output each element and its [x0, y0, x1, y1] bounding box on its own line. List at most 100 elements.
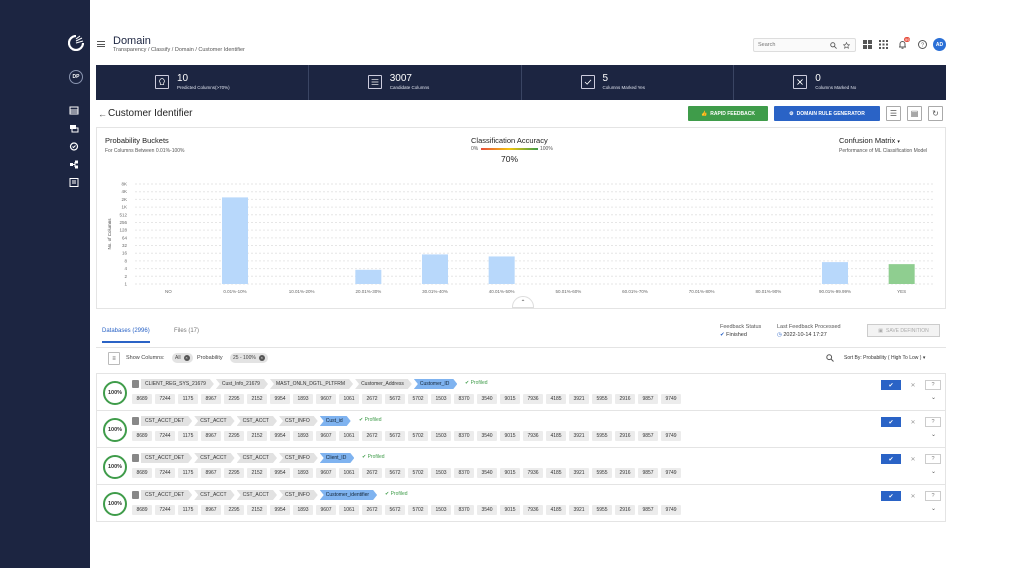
mark-unsure-button[interactable]: ?	[925, 417, 941, 427]
profiled-text: Profiled	[390, 491, 408, 497]
sample-value: 5672	[385, 468, 405, 478]
filter-bar: ≡ Show Columns: All × Probability 25 - 10…	[96, 351, 946, 369]
result-row[interactable]: 100% CLIENT_REG_SYS_21679 Cust_Info_21679…	[96, 373, 946, 411]
mark-unsure-button[interactable]: ?	[925, 454, 941, 464]
table-view-button[interactable]: ▤	[907, 106, 922, 121]
mark-yes-button[interactable]: ✔	[881, 380, 901, 390]
sample-value: 5955	[592, 505, 612, 515]
tab-files[interactable]: Files (17)	[174, 328, 199, 334]
path-segment[interactable]: Customer_ID	[414, 379, 457, 389]
sample-value: 1503	[431, 505, 451, 515]
classify-icon[interactable]	[69, 142, 79, 151]
breadcrumb[interactable]: Transparency / Classify / Domain / Custo…	[113, 47, 245, 53]
expand-chevron-icon[interactable]: ⌄	[931, 505, 936, 512]
svg-text:?: ?	[921, 43, 924, 49]
menu-icon[interactable]	[97, 41, 105, 47]
list-view-button[interactable]: ☰	[886, 106, 901, 121]
stat-label: Predicted Columns(>70%)	[177, 85, 230, 90]
sample-value: 5702	[408, 505, 428, 515]
mark-yes-button[interactable]: ✔	[881, 491, 901, 501]
profiled-status: ✔ Profiled	[385, 491, 408, 497]
probability-chip[interactable]: 25 - 100% ×	[230, 353, 268, 363]
search-box[interactable]	[753, 38, 856, 52]
profiled-check-icon: ✔	[362, 454, 367, 460]
y-tick-label: 256	[119, 220, 127, 225]
notification-count: 99	[904, 37, 911, 42]
sample-value: 2672	[362, 468, 382, 478]
filter-button[interactable]: ≡	[108, 352, 120, 365]
apps-icon[interactable]	[879, 40, 888, 49]
sample-value: 8967	[201, 431, 221, 441]
show-columns-chip[interactable]: All ×	[172, 353, 193, 363]
mark-no-button[interactable]: ✕	[903, 380, 923, 390]
lineage-icon[interactable]	[69, 160, 79, 169]
y-tick-label: 1	[124, 282, 127, 287]
rule-icon: ⚙	[789, 110, 794, 117]
profiled-status: ✔ Profiled	[362, 454, 385, 460]
star-icon[interactable]	[843, 42, 850, 49]
metrics-panel: Probability Buckets For Columns Between …	[96, 127, 946, 309]
sample-values: 8689 7244 1175 8967 2295 2152 9954 1893 9607 1061…	[132, 505, 684, 515]
path-segment[interactable]: Client_ID	[320, 453, 355, 463]
rapid-feedback-label: RAPID FEEDBACK	[710, 110, 755, 117]
mark-yes-button[interactable]: ✔	[881, 454, 901, 464]
avatar[interactable]: AD	[933, 38, 946, 51]
save-definition-button[interactable]: ▣ SAVE DEFINITION	[867, 324, 940, 337]
mark-no-button[interactable]: ✕	[903, 417, 923, 427]
match-score-ring: 100%	[103, 381, 127, 405]
result-row[interactable]: 100% CST_ACCT_DET CST_ACCT CST_ACCT CST_INF…	[96, 447, 946, 485]
sort-dropdown[interactable]: Sort By: Probability ( High To Low ) ▾	[844, 355, 925, 361]
back-arrow-icon[interactable]: ←	[98, 109, 107, 119]
search-icon[interactable]	[830, 42, 837, 49]
app-logo-icon[interactable]	[68, 35, 84, 51]
bulb-icon	[155, 75, 169, 89]
sample-value: 5702	[408, 468, 428, 478]
remove-chip-icon[interactable]: ×	[183, 355, 190, 361]
expand-chevron-icon[interactable]: ⌄	[931, 468, 936, 475]
sample-value: 4185	[546, 505, 566, 515]
profiled-check-icon: ✔	[385, 491, 390, 497]
sample-value: 2295	[224, 394, 244, 404]
profiled-check-icon: ✔	[359, 417, 364, 423]
mark-no-button[interactable]: ✕	[903, 491, 923, 501]
sample-value: 5955	[592, 394, 612, 404]
result-row[interactable]: 100% CST_ACCT_DET CST_ACCT CST_ACCT CST_INF…	[96, 410, 946, 448]
rapid-feedback-button[interactable]: 👍 RAPID FEEDBACK	[688, 106, 768, 121]
grid-icon[interactable]	[863, 40, 872, 49]
sample-value: 9857	[638, 431, 658, 441]
search-input[interactable]	[754, 39, 824, 51]
mark-yes-button[interactable]: ✔	[881, 417, 901, 427]
tab-databases[interactable]: Databases (2996)	[102, 328, 150, 343]
remove-chip-icon[interactable]: ×	[258, 355, 265, 361]
domain-rule-generator-button[interactable]: ⚙ DOMAIN RULE GENERATOR	[774, 106, 880, 121]
path-segment[interactable]: Cust_id	[320, 416, 351, 426]
sample-values: 8689 7244 1175 8967 2295 2152 9954 1893 9607 1061…	[132, 431, 684, 441]
sample-value: 3540	[477, 468, 497, 478]
confusion-matrix-dropdown[interactable]: Confusion Matrix ▾	[839, 136, 900, 145]
question-icon: ?	[931, 419, 935, 425]
sample-value: 2152	[247, 431, 267, 441]
accuracy-bar	[481, 148, 538, 150]
search-icon[interactable]	[826, 354, 834, 362]
workspace-badge[interactable]: DP	[69, 70, 83, 84]
mark-unsure-button[interactable]: ?	[925, 380, 941, 390]
refresh-button[interactable]: ↻	[928, 106, 943, 121]
stat-marked-no: 0 Columns Marked No	[734, 65, 946, 100]
table-icon	[367, 75, 382, 89]
sample-value: 2295	[224, 431, 244, 441]
check-icon: ✔	[888, 382, 894, 389]
result-row[interactable]: 100% CST_ACCT_DET CST_ACCT CST_ACCT CST_INF…	[96, 484, 946, 522]
mark-no-button[interactable]: ✕	[903, 454, 923, 464]
expand-chevron-icon[interactable]: ⌄	[931, 431, 936, 438]
catalog-icon[interactable]	[69, 106, 79, 115]
path-segment[interactable]: Customer_identifier	[320, 490, 377, 500]
sample-value: 2916	[615, 431, 635, 441]
chat-icon[interactable]	[69, 124, 79, 133]
thumbs-up-icon: 👍	[701, 110, 708, 117]
help-icon[interactable]: ?	[918, 40, 927, 49]
caret-down-icon: ▾	[922, 355, 926, 361]
report-icon[interactable]	[69, 178, 79, 187]
sample-value: 7244	[155, 468, 175, 478]
expand-chevron-icon[interactable]: ⌄	[931, 394, 936, 401]
mark-unsure-button[interactable]: ?	[925, 491, 941, 501]
